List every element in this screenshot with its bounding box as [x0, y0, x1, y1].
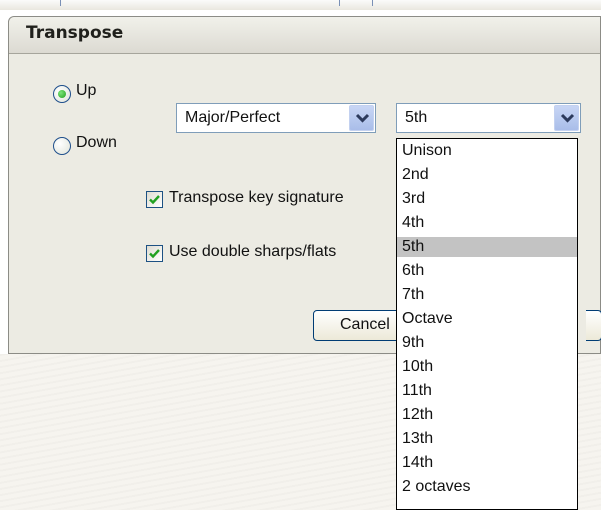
background-window-edge — [0, 0, 601, 10]
checkmark-icon — [149, 195, 160, 205]
interval-dropdown-button[interactable] — [554, 105, 579, 131]
interval-option-3rd[interactable]: 3rd — [397, 189, 577, 209]
dialog-title: Transpose — [26, 23, 124, 43]
double-sharps-flats-label[interactable]: Use double sharps/flats — [169, 243, 336, 261]
transpose-key-signature-checkbox[interactable] — [146, 191, 163, 208]
interval-option-2-octaves[interactable]: 2 octaves — [397, 477, 577, 497]
radio-dot-icon — [58, 90, 66, 98]
interval-option-6th[interactable]: 6th — [397, 261, 577, 281]
interval-select[interactable]: 5th — [396, 103, 581, 133]
interval-option-9th[interactable]: 9th — [397, 333, 577, 353]
interval-option-5th[interactable]: 5th — [397, 237, 577, 257]
interval-option-unison[interactable]: Unison — [397, 141, 577, 161]
transpose-key-signature-label[interactable]: Transpose key signature — [169, 189, 344, 207]
chevron-down-icon — [355, 113, 370, 123]
interval-option-12th[interactable]: 12th — [397, 405, 577, 425]
quality-select-value: Major/Perfect — [185, 109, 281, 126]
dialog-titlebar[interactable]: Transpose — [9, 17, 600, 54]
checkmark-icon — [149, 249, 160, 259]
ok-button[interactable] — [586, 310, 601, 341]
double-sharps-flats-checkbox[interactable] — [146, 245, 163, 262]
radio-down-label[interactable]: Down — [76, 134, 117, 152]
interval-option-13th[interactable]: 13th — [397, 429, 577, 449]
window-edge-tick — [60, 0, 61, 6]
window-edge-tick — [372, 0, 373, 6]
interval-option-14th[interactable]: 14th — [397, 453, 577, 473]
quality-dropdown-button[interactable] — [349, 105, 374, 131]
interval-option-10th[interactable]: 10th — [397, 357, 577, 377]
chevron-down-icon — [560, 113, 575, 123]
interval-option-2nd[interactable]: 2nd — [397, 165, 577, 185]
interval-option-11th[interactable]: 11th — [397, 381, 577, 401]
radio-up-label[interactable]: Up — [76, 82, 96, 100]
interval-option-octave[interactable]: Octave — [397, 309, 577, 329]
cancel-button-label: Cancel — [340, 316, 390, 333]
quality-select[interactable]: Major/Perfect — [176, 103, 376, 133]
radio-up[interactable] — [53, 85, 71, 103]
window-edge-tick — [339, 0, 340, 6]
interval-select-value: 5th — [405, 109, 428, 126]
interval-option-4th[interactable]: 4th — [397, 213, 577, 233]
interval-option-7th[interactable]: 7th — [397, 285, 577, 305]
interval-dropdown-list[interactable]: Unison 2nd 3rd 4th 5th 6th 7th Octave 9t… — [396, 138, 578, 510]
radio-down[interactable] — [53, 137, 71, 155]
